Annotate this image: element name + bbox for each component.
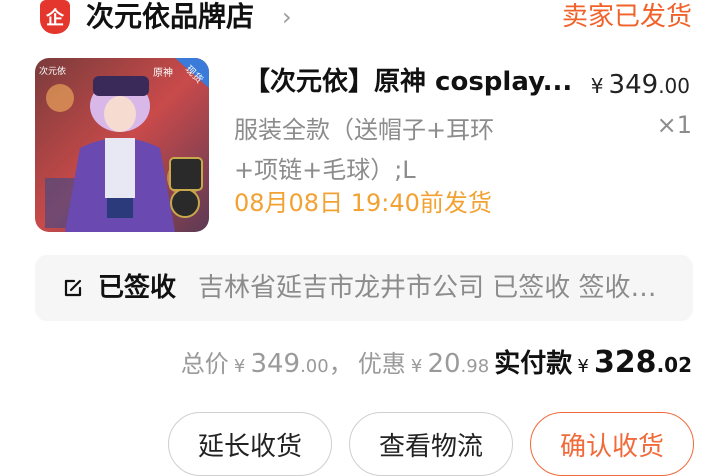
paid-integer: 328 [593, 345, 657, 380]
price-integer: 349 [608, 70, 659, 100]
sku-line-2: +项链+毛球）;L [234, 156, 416, 184]
discount-currency: ¥ [410, 356, 423, 377]
total-decimal: .00 [300, 356, 329, 377]
price-decimal: .00 [658, 74, 690, 98]
logistics-status: 已签收 [98, 273, 177, 303]
store-name[interactable]: 次元依品牌店 [86, 0, 254, 34]
cosplay-photo-icon [35, 58, 209, 232]
discount-integer: 20 [427, 349, 461, 379]
order-totals: 总价 ¥ 349.00， 优惠 ¥ 20.98 实付款 ¥ 328.02 [181, 345, 692, 385]
discount-decimal: .98 [460, 356, 490, 377]
product-sku: 服装全款（送帽子+耳环 +项链+毛球）;L [234, 110, 564, 190]
discount-label: 优惠 [357, 350, 406, 378]
price-currency: ¥ [590, 74, 604, 98]
store-badge-icon: 企 [40, 0, 70, 34]
logistics-detail: 吉林省延吉市龙井市公司 已签收 签收… [198, 273, 657, 303]
confirm-receipt-button[interactable]: 确认收货 [530, 412, 694, 476]
order-status: 卖家已发货 [561, 2, 692, 32]
total-currency: ¥ [233, 356, 246, 377]
paid-decimal: .02 [656, 353, 692, 377]
image-brand-label: 次元依 [39, 67, 67, 77]
product-price: ¥ 349.00 [591, 70, 690, 103]
product-title[interactable]: 【次元依】原神 cosplay... [244, 66, 572, 98]
total-label: 总价 [180, 350, 229, 378]
total-integer: 349 [250, 349, 301, 379]
chevron-right-icon[interactable]: › [282, 2, 292, 32]
extend-receipt-button[interactable]: 延长收货 [168, 412, 332, 476]
sku-line-1: 服装全款（送帽子+耳环 [234, 116, 495, 144]
view-logistics-button[interactable]: 查看物流 [349, 412, 513, 476]
paid-currency: ¥ [577, 356, 589, 377]
image-game-label: 原神 [153, 68, 173, 79]
totals-separator: ， [328, 350, 353, 378]
paid-label: 实付款 [494, 349, 573, 379]
ship-deadline: 08月08日 19:40前发货 [234, 189, 492, 217]
sign-edit-icon [64, 279, 82, 297]
product-image[interactable]: 次元依 原神 现货 [35, 58, 209, 232]
product-quantity: ×1 [656, 111, 692, 139]
